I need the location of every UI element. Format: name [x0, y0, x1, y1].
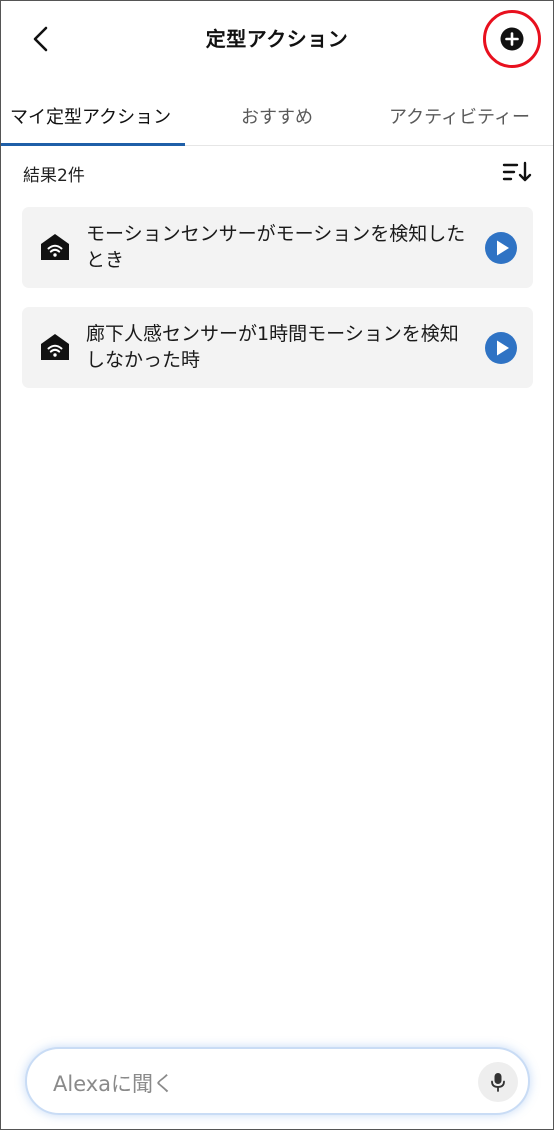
app-screen: 定型アクション マイ定型アクション おすすめ アクティビティー 結果2件 モーシ… — [0, 0, 554, 1130]
routine-label: 廊下人感センサーが1時間モーションを検知しなかった時 — [86, 323, 459, 371]
alexa-input-bar[interactable]: Alexaに聞く — [25, 1047, 530, 1115]
smart-home-icon — [41, 334, 69, 360]
play-icon[interactable] — [485, 232, 517, 264]
routine-label: モーションセンサーがモーションを検知したとき — [86, 223, 466, 271]
sort-button[interactable] — [501, 159, 533, 185]
smart-home-icon — [41, 234, 69, 260]
active-tab-indicator — [1, 143, 185, 146]
routine-card[interactable]: モーションセンサーがモーションを検知したとき — [22, 207, 533, 288]
tab-my-routines[interactable]: マイ定型アクション — [10, 103, 171, 129]
tab-activity[interactable]: アクティビティー — [389, 103, 530, 129]
tab-bar: マイ定型アクション おすすめ アクティビティー — [1, 85, 553, 147]
microphone-icon — [491, 1073, 505, 1092]
sort-icon — [502, 161, 532, 182]
plus-circle-icon — [500, 27, 524, 51]
alexa-input-placeholder: Alexaに聞く — [53, 1072, 175, 1096]
play-icon[interactable] — [485, 332, 517, 364]
page-title: 定型アクション — [205, 27, 349, 51]
results-count: 結果2件 — [23, 166, 85, 186]
routine-card[interactable]: 廊下人感センサーが1時間モーションを検知しなかった時 — [22, 307, 533, 388]
add-routine-button[interactable] — [483, 10, 541, 68]
tab-recommended[interactable]: おすすめ — [241, 103, 313, 129]
mic-button[interactable] — [478, 1062, 518, 1102]
header: 定型アクション — [1, 1, 553, 77]
